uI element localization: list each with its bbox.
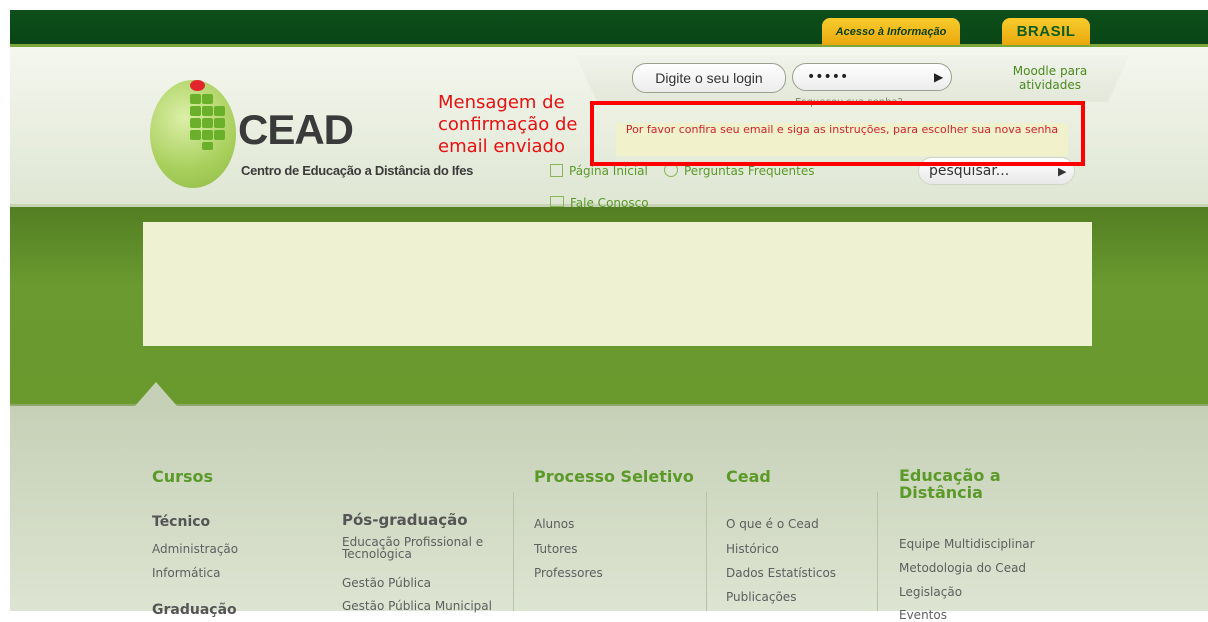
nav-home-label: Página Inicial	[569, 164, 648, 178]
footer-processo-title: Processo Seletivo	[534, 467, 694, 486]
footer	[10, 406, 1208, 611]
annotation-label-line-2: confirmação de	[438, 114, 578, 135]
search-submit-arrow-icon[interactable]: ▶	[1058, 165, 1066, 178]
footer-separator	[877, 492, 878, 611]
mail-icon	[550, 196, 564, 207]
annotation-label: Mensagem de confirmação de email enviado	[438, 92, 577, 158]
footer-link[interactable]: Metodologia do Cead	[899, 561, 1026, 575]
footer-link[interactable]: Publicações	[726, 590, 796, 604]
logo-subtitle: Centro de Educação a Distância do Ifes	[241, 163, 474, 178]
footer-separator	[706, 492, 707, 611]
footer-link[interactable]: Histórico	[726, 542, 779, 556]
nav-home-link[interactable]: Página Inicial	[550, 164, 648, 178]
footer-link[interactable]: Eventos	[899, 608, 947, 622]
cead-logo-dot-icon	[190, 80, 205, 91]
footer-link[interactable]: Dados Estatísticos	[726, 566, 836, 580]
nav-faq-label: Perguntas Frequentes	[684, 164, 815, 178]
hero-banner	[143, 222, 1092, 346]
footer-link[interactable]: Educação Profissional e Tecnológica	[342, 536, 502, 560]
brasil-gov-link[interactable]: BRASIL	[1002, 18, 1090, 45]
footer-link[interactable]: O que é o Cead	[726, 517, 819, 531]
footer-link[interactable]: Gestão Pública	[342, 576, 431, 590]
footer-graduacao-title: Graduação	[152, 602, 237, 618]
acesso-informacao-link[interactable]: Acesso à Informação	[822, 18, 960, 45]
login-submit-arrow-icon[interactable]: ▶	[934, 70, 943, 84]
footer-cursos-title: Cursos	[152, 467, 214, 486]
footer-ead-title: Educação a Distância	[899, 466, 1001, 502]
footer-link[interactable]: Administração	[152, 542, 238, 556]
logo-title[interactable]: CEAD	[238, 106, 354, 154]
footer-separator	[513, 492, 514, 611]
footer-link[interactable]: Professores	[534, 566, 603, 580]
footer-link[interactable]: Tutores	[534, 542, 577, 556]
cead-logo-grid-icon	[180, 92, 230, 152]
annotation-label-line-1: Mensagem de	[438, 92, 565, 113]
annotation-highlight-box	[590, 101, 1085, 166]
annotation-label-line-3: email enviado	[438, 136, 565, 157]
moodle-link[interactable]: Moodle para atividades	[1008, 64, 1092, 92]
footer-link[interactable]: Legislação	[899, 585, 962, 599]
footer-cead-title: Cead	[726, 467, 771, 486]
footer-link[interactable]: Equipe Multidisciplinar	[899, 537, 1035, 551]
footer-pos-title: Pós-graduação	[342, 511, 468, 529]
login-input[interactable]: Digite o seu login	[632, 63, 786, 93]
password-input[interactable]: •••••	[792, 63, 952, 91]
home-icon	[550, 164, 563, 177]
footer-link[interactable]: Alunos	[534, 517, 574, 531]
footer-tecnico-title: Técnico	[152, 514, 211, 530]
footer-link[interactable]: Informática	[152, 566, 220, 580]
